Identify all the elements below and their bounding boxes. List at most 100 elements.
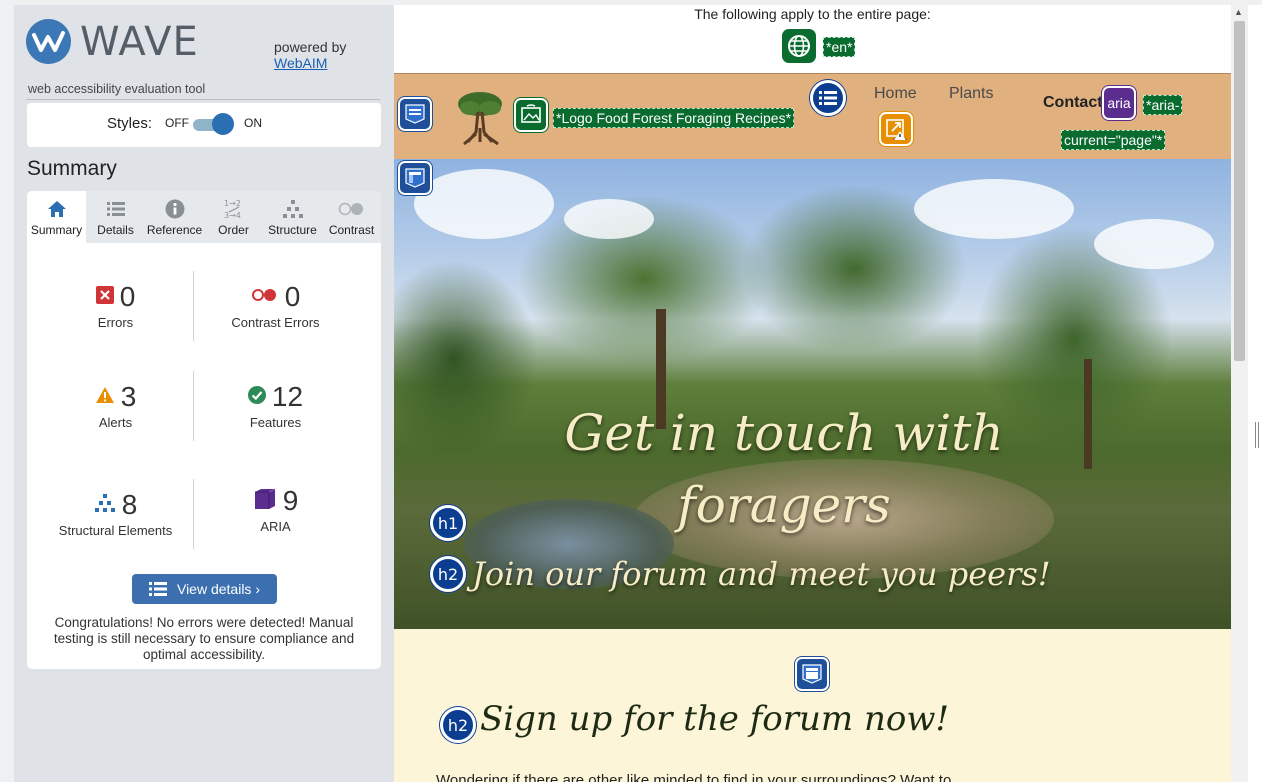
contrast-icon <box>338 202 363 216</box>
aria-current-tag-line1: *aria- <box>1143 95 1183 115</box>
h1-badge[interactable]: h1 <box>430 505 466 541</box>
stat-structural[interactable]: 8 Structural Elements <box>27 489 204 538</box>
tab-reference[interactable]: Reference <box>145 191 204 243</box>
nav-contact[interactable]: Contact <box>1043 94 1103 112</box>
aria-badge-text: aria <box>1107 95 1131 111</box>
stat-aria[interactable]: 9 ARIA <box>187 485 364 534</box>
tab-contrast[interactable]: Contrast <box>322 191 381 243</box>
powered-by-text: powered by <box>274 39 347 55</box>
wave-sidebar: WAVE web accessibility evaluation tool p… <box>14 5 394 782</box>
aria-icon[interactable]: aria <box>1102 86 1136 120</box>
logo-alt-tag: *Logo Food Forest Foraging Recipes* <box>553 108 795 128</box>
order-icon: 1→23→4 <box>224 199 241 220</box>
redundant-link-alert-icon[interactable] <box>879 112 913 146</box>
alerts-label: Alerts <box>98 415 133 430</box>
styles-toggle-knob[interactable] <box>212 113 234 135</box>
header-region-icon[interactable] <box>398 97 432 131</box>
site-logo[interactable] <box>454 88 506 146</box>
styles-on-label: ON <box>244 116 262 130</box>
stat-contrast-errors[interactable]: 0 Contrast Errors <box>187 281 364 330</box>
wave-logo-subtitle: web accessibility evaluation tool <box>28 82 206 96</box>
stat-alerts[interactable]: 3 Alerts <box>27 381 204 430</box>
summary-heading: Summary <box>27 157 117 180</box>
contrast-errors-label: Contrast Errors <box>231 315 320 330</box>
signup-heading: Sign up for the forum now! <box>480 699 950 739</box>
hero-heading: Get in touch with foragers <box>564 404 1004 534</box>
h2-badge-text: h2 <box>447 715 469 735</box>
main-region-icon[interactable] <box>398 161 432 195</box>
stat-errors[interactable]: 0 Errors <box>27 281 204 330</box>
evaluated-page: The following apply to the entire page: … <box>394 5 1231 782</box>
hero-banner: Get in touch with foragers h1 h2 Join ou… <box>394 159 1231 629</box>
alert-icon <box>95 386 115 409</box>
page-scrollbar[interactable]: ▲ <box>1231 5 1248 782</box>
svg-text:1→2: 1→2 <box>224 199 241 208</box>
congratulations-message: Congratulations! No errors were detected… <box>53 615 355 662</box>
feature-check-icon <box>247 385 266 409</box>
nav-plants[interactable]: Plants <box>949 85 993 103</box>
tab-label: Reference <box>146 223 203 237</box>
nav-home[interactable]: Home <box>874 85 917 103</box>
hero-subheading: Join our forum and meet you peers! <box>472 555 1051 593</box>
header-divider <box>26 99 380 100</box>
language-icon[interactable] <box>782 29 816 63</box>
list-icon[interactable] <box>810 80 846 116</box>
signup-section: h2 Sign up for the forum now! Wondering … <box>394 629 1231 782</box>
signup-paragraph: Wondering if there are other like minded… <box>436 772 952 782</box>
tab-label: Structure <box>268 223 317 237</box>
list-icon <box>106 202 125 216</box>
home-icon <box>47 201 66 217</box>
view-details-label: View details › <box>176 581 260 597</box>
webaim-link[interactable]: WebAIM <box>274 55 327 71</box>
features-label: Features <box>249 415 302 430</box>
site-navbar: *Logo Food Forest Foraging Recipes* Home… <box>394 73 1231 159</box>
panel-tabs: Summary Details Reference 1→2 3→4 Order S… <box>27 191 381 243</box>
section-region-icon[interactable] <box>795 657 829 691</box>
tab-order[interactable]: 1→2 3→4 Order <box>204 191 263 243</box>
h1-badge-text: h1 <box>437 513 459 533</box>
tree-logo-icon <box>458 92 502 146</box>
svg-text:3→4: 3→4 <box>224 211 241 220</box>
contrast-errors-count: 0 <box>284 281 301 312</box>
h2-badge-text: h2 <box>437 564 459 584</box>
stat-features[interactable]: 12 Features <box>187 381 364 430</box>
errors-count: 0 <box>119 281 136 312</box>
view-details-button[interactable]: View details › <box>132 574 277 604</box>
tab-label: Details <box>97 223 134 237</box>
summary-panel: Summary Details Reference 1→2 3→4 Order S… <box>27 191 381 669</box>
error-icon <box>95 285 114 309</box>
styles-toggle-box: Styles: OFF ON <box>27 103 381 147</box>
alerts-count: 3 <box>120 381 137 412</box>
window-right-strip <box>1248 5 1262 782</box>
aria-count: 9 <box>282 485 299 516</box>
powered-by: powered by WebAIM <box>274 39 346 71</box>
linked-image-icon[interactable] <box>514 98 548 132</box>
window-left-strip <box>0 5 14 782</box>
aria-label: ARIA <box>260 519 291 534</box>
styles-off-label: OFF <box>165 116 189 130</box>
scroll-thumb[interactable] <box>1234 21 1245 361</box>
scroll-up-arrow-icon[interactable]: ▲ <box>1234 7 1243 17</box>
structure-icon <box>94 493 116 518</box>
page-wide-annotations: The following apply to the entire page: … <box>394 5 1231 73</box>
errors-label: Errors <box>97 315 134 330</box>
styles-label: Styles: <box>107 115 153 132</box>
list-icon <box>148 582 167 596</box>
contrast-error-icon <box>251 288 279 307</box>
info-icon <box>165 199 184 219</box>
h2-badge[interactable]: h2 <box>440 707 476 743</box>
h2-badge[interactable]: h2 <box>430 556 466 592</box>
applies-text: The following apply to the entire page: <box>694 6 931 22</box>
aria-current-tag-line2: current="page"* <box>1061 130 1166 150</box>
structure-icon <box>282 200 303 218</box>
tab-summary[interactable]: Summary <box>27 191 86 243</box>
tab-label: Summary <box>30 223 83 237</box>
structural-count: 8 <box>121 489 138 520</box>
resize-grip-icon[interactable] <box>1255 422 1259 448</box>
tab-label: Order <box>218 223 249 237</box>
wave-header: WAVE web accessibility evaluation tool p… <box>26 19 386 100</box>
tab-label: Contrast <box>328 223 375 237</box>
tab-details[interactable]: Details <box>86 191 145 243</box>
tab-structure[interactable]: Structure <box>263 191 322 243</box>
aria-cube-icon <box>253 487 277 516</box>
